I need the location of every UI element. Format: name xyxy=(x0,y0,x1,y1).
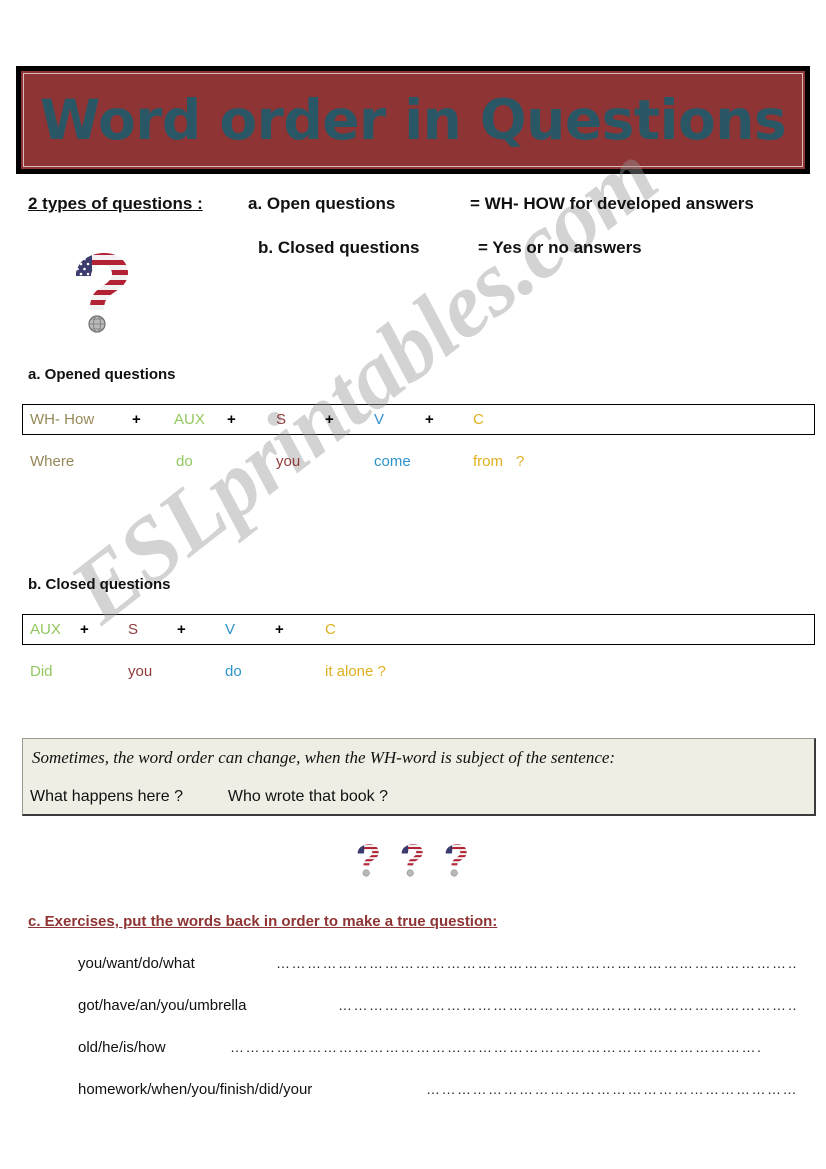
closed-pattern-token-c: C xyxy=(325,621,336,638)
note-example-1: What happens here ? xyxy=(30,788,183,805)
page-title: Word order in Questions xyxy=(39,87,787,152)
exercise-prompt: homework/when/you/finish/did/your xyxy=(78,1081,313,1098)
exercises-heading: c. Exercises, put the words back in orde… xyxy=(28,913,498,930)
exercise-prompt: got/have/an/you/umbrella xyxy=(78,997,247,1014)
flag-question-mark-icon xyxy=(396,841,426,879)
exercise-item: got/have/an/you/umbrella ………………………………………… xyxy=(78,997,796,1014)
closed-pattern-token-aux: AUX xyxy=(30,621,61,638)
example-open-word-where: Where xyxy=(30,453,75,470)
pattern-token-wh: WH- How xyxy=(30,411,95,428)
closed-pattern-plus-2: + xyxy=(177,621,186,638)
exercise-answer-line[interactable]: …………………………………………………………………………………………. xyxy=(230,1039,796,1055)
exercise-answer-line[interactable]: …………………………………………………………………………………………… xyxy=(276,955,796,971)
exercise-item: you/want/do/what ……………………………………………………………… xyxy=(78,955,796,972)
intro-closed-label: b. Closed questions xyxy=(258,238,420,257)
pattern-plus-3: + xyxy=(325,411,334,428)
example-closed-word-do: do xyxy=(225,663,242,680)
example-open-word-come: come xyxy=(374,453,411,470)
intro-closed-definition: = Yes or no answers xyxy=(478,238,642,257)
example-closed-word-you: you xyxy=(128,663,153,680)
pattern-token-v: V xyxy=(374,411,385,428)
pattern-token-aux: AUX xyxy=(174,411,205,428)
closed-questions-pattern-box xyxy=(22,614,815,645)
flag-question-mark-icon xyxy=(62,250,136,334)
example-open-question-mark: ? xyxy=(516,453,525,470)
exercise-answer-line[interactable]: ……………………………………………………………………. xyxy=(426,1081,796,1097)
intro-open-definition: = WH- HOW for developed answers xyxy=(470,194,754,213)
example-open-word-you: you xyxy=(276,453,301,470)
example-open-word-from: from xyxy=(473,453,503,470)
intro-open-label: a. Open questions xyxy=(248,194,396,213)
intro-label: 2 types of questions : xyxy=(28,194,203,213)
title-banner: Word order in Questions xyxy=(16,66,810,174)
exercise-item: homework/when/you/finish/did/your ………………… xyxy=(78,1081,796,1098)
exercise-prompt: old/he/is/how xyxy=(78,1039,166,1056)
exercise-answer-line[interactable]: ………………………………………………………………………………. xyxy=(338,997,796,1013)
pattern-token-c: C xyxy=(473,411,484,428)
pattern-plus-1: + xyxy=(132,411,141,428)
note-text-primary: Sometimes, the word order can change, wh… xyxy=(32,748,616,767)
closed-pattern-plus-3: + xyxy=(275,621,284,638)
closed-questions-heading: b. Closed questions xyxy=(28,576,171,593)
flag-question-mark-icon xyxy=(352,841,382,879)
example-closed-word-did: Did xyxy=(30,663,53,680)
pattern-token-s: S xyxy=(276,411,287,428)
flag-question-mark-icon xyxy=(440,841,470,879)
note-examples: What happens here ? Who wrote that book … xyxy=(30,788,388,806)
pattern-plus-4: + xyxy=(425,411,434,428)
pattern-plus-2: + xyxy=(227,411,236,428)
open-questions-heading: a. Opened questions xyxy=(28,366,176,383)
closed-pattern-plus-1: + xyxy=(80,621,89,638)
closed-pattern-token-v: V xyxy=(225,621,236,638)
exercise-item: old/he/is/how ……………………………………………………………………… xyxy=(78,1039,796,1056)
exercise-prompt: you/want/do/what xyxy=(78,955,195,972)
closed-pattern-token-s: S xyxy=(128,621,139,638)
example-closed-word-complement: it alone ? xyxy=(325,663,386,680)
flag-question-mark-trio xyxy=(352,841,472,883)
note-example-2: Who wrote that book ? xyxy=(227,788,388,805)
example-open-word-do: do xyxy=(176,453,193,470)
